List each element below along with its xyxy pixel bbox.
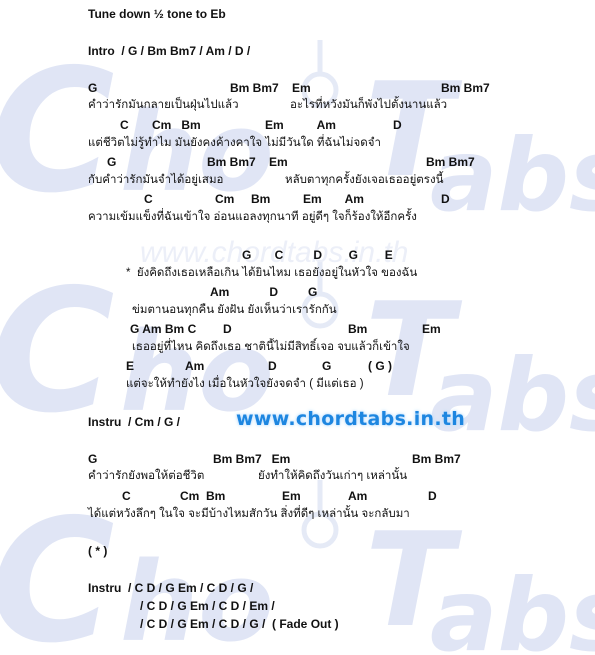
chord-line: G [88, 81, 98, 95]
chord-line: Bm Bm7 Em [230, 81, 311, 95]
outro-line-2: / C D / G Em / C D / Em / [140, 599, 275, 613]
chord-line: C [144, 192, 153, 206]
svg-text:ho: ho [120, 538, 274, 655]
chord-sheet: C C C ho ho ho T T T abs abs abs www.cho… [0, 0, 595, 655]
chord-line: Bm Bm7 [426, 155, 475, 169]
svg-text:abs: abs [430, 557, 595, 655]
lyric-line: ยังทำให้คิดถึงวันเก่าๆ เหล่านั้น [258, 470, 408, 482]
lyric-line: แต่ชีวิตไม่รู้ทำไม มันยังคงค้างคาใจ ไม่ม… [88, 137, 381, 149]
outro-line-1: Instru / C D / G Em / C D / G / [88, 581, 254, 595]
lyric-line: แต่จะให้ทำยังไง เมื่อในหัวใจยังจดจำ ( มี… [126, 378, 364, 390]
chord-line: G Am Bm C [130, 322, 197, 336]
svg-text:abs: abs [430, 117, 595, 234]
chord-line: G [322, 359, 332, 373]
lyric-line: คำว่ารักมันกลายเป็นฝุ่นไปแล้ว [88, 99, 239, 111]
lyric-line: ข่มตานอนทุกคืน ยังฝัน ยังเห็นว่าเรารักกั… [132, 304, 337, 316]
svg-text:abs: abs [430, 337, 595, 454]
chord-line: Bm [348, 322, 368, 336]
chord-line: Bm Bm7 Em [207, 155, 288, 169]
chord-line: C [122, 489, 131, 503]
chord-line: D [393, 118, 402, 132]
lyric-line: อะไรที่หวังมันก็พังไปตั้งนานแล้ว [290, 99, 448, 111]
chord-line: C Cm Bm [120, 118, 201, 132]
chord-line: G [107, 155, 117, 169]
chord-line: Em Am [265, 118, 336, 132]
svg-text:C: C [0, 33, 115, 231]
instru-line: Instru / Cm / G / [88, 415, 181, 429]
chord-line: D [428, 489, 437, 503]
chord-line: Em [282, 489, 301, 503]
chord-line: Em Am [303, 192, 364, 206]
lyric-line: คำว่ารักยังพอให้ต่อชีวิต [88, 470, 205, 482]
chord-line: Cm Bm [180, 489, 226, 503]
lyric-line: เธออยู่ที่ไหน คิดถึงเธอ ชาตินี้ไม่มีสิทธ… [132, 341, 410, 353]
chord-line: D [441, 192, 450, 206]
chord-line: Am [348, 489, 368, 503]
lyric-line: ความเข้มแข็งที่ฉันเข้าใจ อ่อนแอลงทุกนาที… [88, 211, 417, 223]
lyric-line: หลับตาทุกครั้งยังเจอเธออยู่ตรงนี้ [285, 174, 444, 186]
outro-line-3: / C D / G Em / C D / G / ( Fade Out ) [140, 617, 339, 631]
chord-line: Am [185, 359, 205, 373]
chord-line: ( G ) [368, 359, 392, 373]
lyric-line: * ยังคิดถึงเธอเหลือเกิน ได้ยินไหม เธอยัง… [126, 267, 418, 279]
chorus-repeat-marker: ( * ) [88, 544, 108, 558]
chord-line: D [268, 359, 277, 373]
chord-line: Am D G [210, 285, 318, 299]
chord-line: Em [422, 322, 441, 336]
site-url-link[interactable]: www.chordtabs.in.th [236, 408, 465, 430]
chord-line: Cm Bm [215, 192, 271, 206]
lyric-line: ได้แต่หวังลึกๆ ในใจ จะมีบ้างไหมสักวัน สิ… [88, 508, 410, 520]
svg-text:T: T [365, 504, 463, 655]
chord-line: Bm Bm7 [412, 452, 461, 466]
chord-line: E [126, 359, 135, 373]
chord-line: Bm Bm7 [441, 81, 490, 95]
tuning-note: Tune down ½ tone to Eb [88, 7, 226, 21]
chord-line: G [88, 452, 98, 466]
chord-line: Bm Bm7 Em [213, 452, 291, 466]
chord-line: G C D G E [242, 248, 393, 262]
intro-line: Intro / G / Bm Bm7 / Am / D / [88, 44, 251, 58]
lyric-line: กับคำว่ารักมันจำได้อยู่เสมอ [88, 174, 224, 186]
chord-line: D [223, 322, 232, 336]
